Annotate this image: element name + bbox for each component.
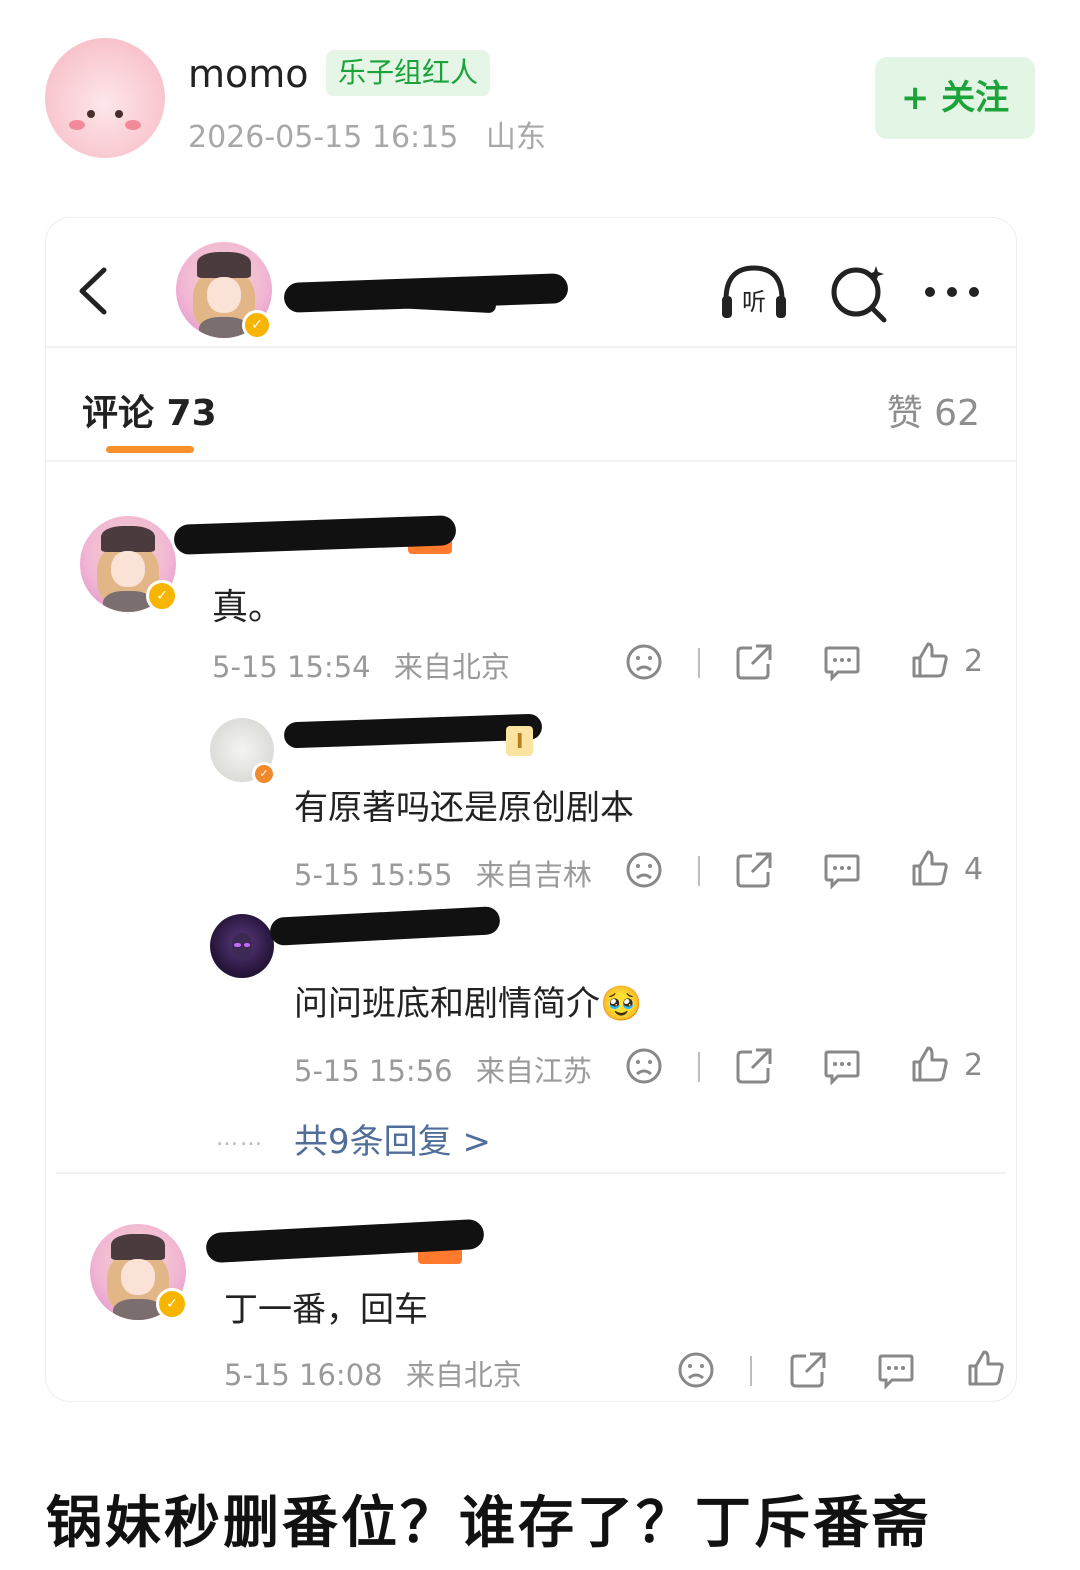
- avatar-eye: [115, 110, 123, 118]
- dislike-icon[interactable]: [624, 850, 664, 890]
- listen-icon[interactable]: 听: [718, 260, 790, 324]
- verified-badge: ✓: [146, 580, 178, 612]
- like-icon[interactable]: [910, 848, 950, 888]
- comment-location: 来自北京: [393, 650, 510, 684]
- avatar-face: [110, 550, 146, 588]
- reply-location: 来自江苏: [475, 1054, 592, 1088]
- more-replies-dots: ……: [216, 1126, 264, 1151]
- action-divider: [698, 648, 700, 678]
- reply-text: 有原著吗还是原创剧本: [294, 788, 634, 828]
- back-icon[interactable]: [74, 266, 114, 316]
- redaction-mark: [269, 906, 501, 946]
- share-icon[interactable]: [734, 850, 774, 890]
- post-timestamp: 2026-05-15 16:15: [188, 120, 459, 155]
- author-badge: 乐子组红人: [326, 50, 491, 96]
- like-icon[interactable]: [910, 1044, 950, 1084]
- avatar-cheek: [69, 120, 85, 130]
- share-icon[interactable]: [734, 1046, 774, 1086]
- dislike-icon[interactable]: [624, 1046, 664, 1086]
- search-icon[interactable]: [824, 260, 896, 324]
- action-divider: [698, 1052, 700, 1082]
- share-icon[interactable]: [734, 642, 774, 682]
- reply-location: 来自吉林: [475, 858, 592, 892]
- like-icon[interactable]: [910, 640, 950, 680]
- avatar-hat: [197, 251, 251, 279]
- dislike-icon[interactable]: [676, 1350, 716, 1390]
- reply-date: 5-15 15:55: [294, 858, 453, 892]
- comment-text: 真。: [212, 587, 285, 628]
- card-topbar: ✓ 听: [46, 218, 1016, 348]
- level-badge: I: [506, 726, 534, 756]
- avatar-face: [120, 1258, 156, 1296]
- comment-text: 丁一番，回车: [224, 1290, 428, 1330]
- comment-date: 5-15 15:54: [212, 650, 371, 684]
- embedded-screenshot: ✓ 听 评论 73 赞 62 ✓ 真。 5-15 15:54 来自北京 2 ✓ …: [46, 218, 1016, 1401]
- post-location: 山东: [485, 120, 546, 155]
- avatar-hat: [111, 1233, 165, 1261]
- reply-meta: 5-15 15:56 来自江苏: [294, 1048, 592, 1090]
- like-count: 4: [964, 852, 984, 887]
- verified-badge: ✓: [242, 310, 272, 340]
- post-header: momo 乐子组红人 2026-05-15 16:15 山东 + 关注: [0, 0, 1080, 200]
- comment-icon[interactable]: [822, 1046, 862, 1086]
- comment-divider: [56, 1172, 1006, 1174]
- replier-avatar[interactable]: [210, 914, 274, 978]
- comment-tabbar: 评论 73 赞 62: [46, 350, 1016, 462]
- avatar-hat: [101, 525, 155, 553]
- post-meta: 2026-05-15 16:15 山东: [188, 112, 546, 156]
- redaction-mark: [283, 713, 543, 749]
- comment-icon[interactable]: [822, 850, 862, 890]
- comment-location: 来自北京: [405, 1358, 522, 1392]
- comment-icon[interactable]: [876, 1350, 916, 1390]
- comment-meta: 5-15 15:54 来自北京: [212, 644, 510, 686]
- action-divider: [750, 1356, 752, 1386]
- author-avatar[interactable]: [45, 38, 165, 158]
- avatar-cheek: [125, 120, 141, 130]
- comment-meta: 5-15 16:08 来自北京: [224, 1352, 522, 1394]
- comment-date: 5-15 16:08: [224, 1358, 383, 1392]
- action-divider: [698, 856, 700, 886]
- follow-button[interactable]: + 关注: [875, 57, 1035, 139]
- listen-icon-label: 听: [742, 288, 766, 316]
- like-count: 2: [964, 644, 984, 679]
- dislike-icon[interactable]: [624, 642, 664, 682]
- avatar-eye: [87, 110, 95, 118]
- more-icon[interactable]: [916, 260, 988, 324]
- author-name[interactable]: momo: [188, 52, 309, 96]
- reply-date: 5-15 15:56: [294, 1054, 453, 1088]
- comment-icon[interactable]: [822, 642, 862, 682]
- verified-badge: ✓: [252, 762, 276, 786]
- like-count: 2: [964, 1048, 984, 1083]
- avatar-face: [206, 276, 242, 314]
- post-title: 锅妹秒删番位？谁存了？丁斥番斋: [46, 1491, 931, 1556]
- tab-likes[interactable]: 赞 62: [887, 384, 980, 436]
- tab-active-indicator: [106, 446, 194, 453]
- reply-meta: 5-15 15:55 来自吉林: [294, 852, 592, 894]
- share-icon[interactable]: [788, 1350, 828, 1390]
- more-replies-link[interactable]: 共9条回复 >: [294, 1114, 491, 1163]
- like-icon[interactable]: [966, 1348, 1006, 1388]
- tab-comments[interactable]: 评论 73: [82, 384, 217, 436]
- reply-text: 问问班底和剧情简介🥹: [294, 984, 643, 1024]
- verified-badge: ✓: [156, 1288, 188, 1320]
